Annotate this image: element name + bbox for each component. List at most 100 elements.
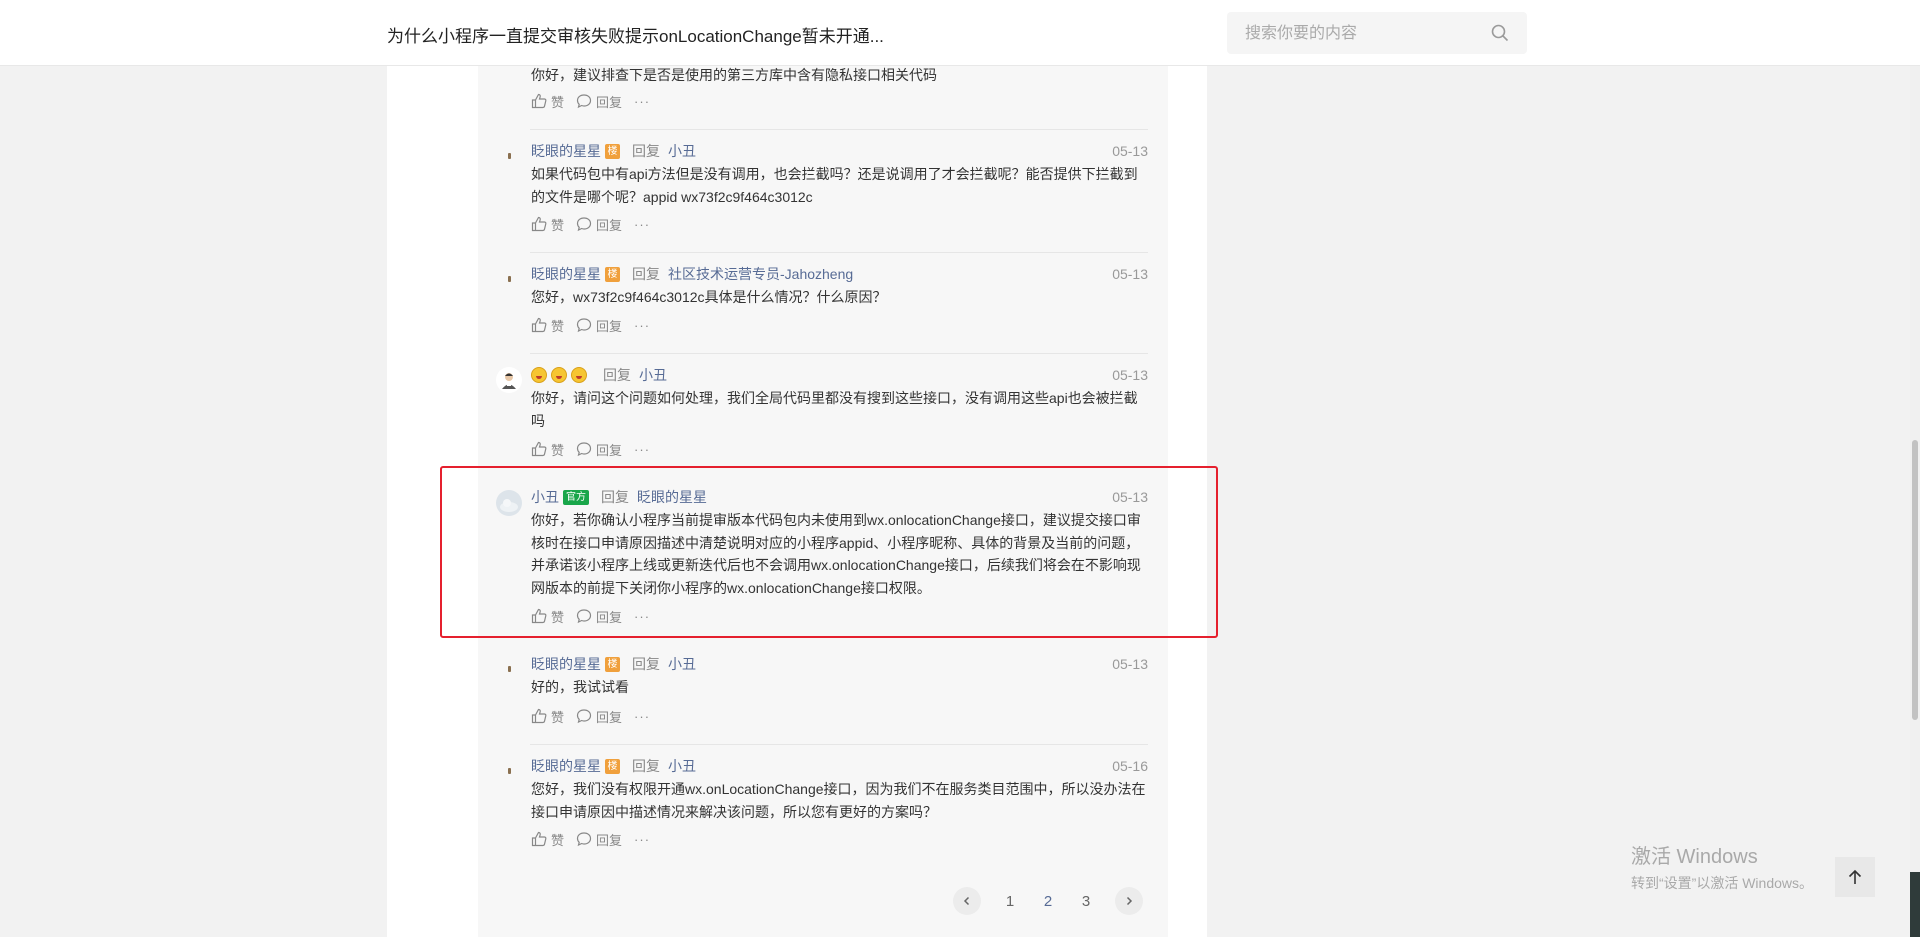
avatar-cloud-icon — [500, 499, 518, 512]
page-title[interactable]: 为什么小程序一直提交审核失败提示onLocationChange暂未开通... — [387, 22, 884, 47]
author-name[interactable]: 眨眼的星星 — [531, 654, 601, 674]
reply-to-label: 回复 — [632, 656, 660, 672]
divider — [530, 744, 1148, 745]
reply-actions: 赞 回复 ··· — [531, 440, 650, 458]
avatar[interactable] — [496, 266, 522, 292]
reply-date: 05-16 — [1112, 758, 1148, 774]
page-1[interactable]: 1 — [991, 893, 1029, 910]
reply-item: 回复 小丑 05-13 你好，请问这个问题如何处理，我们全局代码里都没有搜到这些… — [478, 353, 1168, 470]
divider — [530, 353, 1148, 354]
search-icon[interactable] — [1491, 24, 1509, 42]
reply-label: 回复 — [596, 832, 623, 848]
reply-target-name[interactable]: 社区技术运营专员-Jahozheng — [668, 264, 853, 284]
reply-date: 05-13 — [1112, 489, 1148, 505]
like-label: 赞 — [551, 217, 565, 233]
reply-target-name[interactable]: 小丑 — [668, 654, 696, 674]
avatar[interactable] — [496, 656, 522, 682]
like-button[interactable]: 赞 — [531, 707, 564, 726]
reply-actions: 赞 回复 ··· — [531, 316, 650, 334]
like-button[interactable]: 赞 — [531, 215, 564, 234]
reply-button[interactable]: 回复 — [576, 707, 622, 726]
more-options[interactable]: ··· — [634, 832, 650, 847]
prev-page-button[interactable] — [953, 887, 981, 915]
reply-actions: 赞 回复 ··· — [531, 607, 650, 625]
pagination: 1 2 3 — [953, 886, 1143, 916]
scrollbar-thumb[interactable] — [1912, 440, 1918, 720]
reply-button[interactable]: 回复 — [576, 607, 622, 626]
author-name[interactable]: 眨眼的星星 — [531, 141, 601, 161]
reply-item: 眨眼的星星 楼 回复 小丑 05-16 您好，我们没有权限开通wx.onLoca… — [478, 744, 1168, 854]
reply-text: 如果代码包中有api方法但是没有调用，也会拦截吗？还是说调用了才会拦截呢？能否提… — [531, 166, 1138, 205]
like-button[interactable]: 赞 — [531, 607, 564, 626]
thumb-up-icon — [531, 608, 547, 624]
avatar-man-icon — [502, 373, 516, 389]
reply-button[interactable]: 回复 — [576, 215, 622, 234]
reply-target-name[interactable]: 小丑 — [668, 141, 696, 161]
grinning-face-icon — [531, 367, 547, 383]
reply-label: 回复 — [596, 442, 623, 458]
comment-bubble-icon — [576, 832, 592, 847]
page-scrollbar[interactable] — [1910, 0, 1920, 937]
author-name[interactable]: 小丑 — [531, 487, 559, 507]
reply-header: 眨眼的星星 楼 回复 小丑 05-13 — [531, 654, 1148, 674]
author-name[interactable]: 眨眼的星星 — [531, 264, 601, 284]
like-label: 赞 — [551, 442, 565, 458]
comment-bubble-icon — [576, 94, 592, 109]
next-page-button[interactable] — [1115, 887, 1143, 915]
more-options[interactable]: ··· — [634, 709, 650, 724]
like-button[interactable]: 赞 — [531, 830, 564, 849]
reply-label: 回复 — [596, 609, 623, 625]
more-options[interactable]: ··· — [634, 609, 650, 624]
reply-button[interactable]: 回复 — [576, 440, 622, 459]
reply-text: 你好，若你确认小程序当前提审版本代码包内未使用到wx.onlocationCha… — [531, 512, 1141, 596]
reply-target-name[interactable]: 小丑 — [639, 365, 667, 385]
avatar[interactable] — [496, 143, 522, 169]
watermark-line-2: 转到“设置”以激活 Windows。 — [1631, 875, 1814, 891]
reply-to-label: 回复 — [632, 758, 660, 774]
windows-activation-watermark: 激活 Windows 转到“设置”以激活 Windows。 — [1631, 840, 1813, 893]
reply-actions: 赞 回复 ··· — [531, 215, 650, 233]
author-name[interactable]: 眨眼的星星 — [531, 756, 601, 776]
avatar[interactable] — [496, 758, 522, 784]
page-3[interactable]: 3 — [1067, 893, 1105, 910]
reply-header: 回复 小丑 05-13 — [531, 365, 1148, 385]
more-options[interactable]: ··· — [634, 442, 650, 457]
page-2-current[interactable]: 2 — [1029, 893, 1067, 910]
reply-text: 您好，wx73f2c9f464c3012c具体是什么情况？什么原因？ — [531, 289, 887, 305]
reply-date: 05-13 — [1112, 656, 1148, 672]
reply-header: 眨眼的星星 楼 回复 小丑 05-13 — [531, 141, 1148, 161]
reply-label: 回复 — [596, 709, 623, 725]
grinning-face-icon — [571, 367, 587, 383]
like-button[interactable]: 赞 — [531, 316, 564, 335]
grinning-face-icon — [551, 367, 567, 383]
comment-bubble-icon — [576, 442, 592, 457]
reply-button[interactable]: 回复 — [576, 316, 622, 335]
more-options[interactable]: ··· — [634, 217, 650, 232]
avatar[interactable] — [496, 490, 522, 516]
author-emoji-name[interactable] — [531, 367, 591, 383]
search-box[interactable] — [1227, 12, 1527, 54]
reply-button[interactable]: 回复 — [576, 830, 622, 849]
floor-badge: 楼 — [605, 656, 620, 672]
like-button[interactable]: 赞 — [531, 92, 564, 111]
avatar[interactable] — [496, 367, 522, 393]
reply-item: 眨眼的星星 楼 回复 社区技术运营专员-Jahozheng 05-13 您好，w… — [478, 252, 1168, 352]
reply-header: 眨眼的星星 楼 回复 社区技术运营专员-Jahozheng 05-13 — [531, 264, 1148, 284]
comment-bubble-icon — [576, 609, 592, 624]
reply-target-name[interactable]: 眨眼的星星 — [637, 487, 707, 507]
reply-header: 小丑 官方 回复 眨眼的星星 05-13 — [531, 487, 1148, 507]
search-input[interactable] — [1243, 22, 1487, 46]
more-options[interactable]: ··· — [634, 94, 650, 109]
reply-target-name[interactable]: 小丑 — [668, 756, 696, 776]
like-button[interactable]: 赞 — [531, 440, 564, 459]
back-to-top-button[interactable] — [1835, 857, 1875, 897]
more-options[interactable]: ··· — [634, 318, 650, 333]
reply-button[interactable]: 回复 — [576, 92, 622, 111]
reply-date: 05-13 — [1112, 143, 1148, 159]
floor-badge: 楼 — [605, 758, 620, 774]
like-label: 赞 — [551, 609, 565, 625]
reply-item-official: 小丑 官方 回复 眨眼的星星 05-13 你好，若你确认小程序当前提审版本代码包… — [478, 476, 1168, 631]
reply-item: 眨眼的星星 楼 回复 小丑 05-13 如果代码包中有api方法但是没有调用，也… — [478, 129, 1168, 246]
thumb-up-icon — [531, 317, 547, 333]
reply-actions: 赞 回复 ··· — [531, 830, 650, 848]
